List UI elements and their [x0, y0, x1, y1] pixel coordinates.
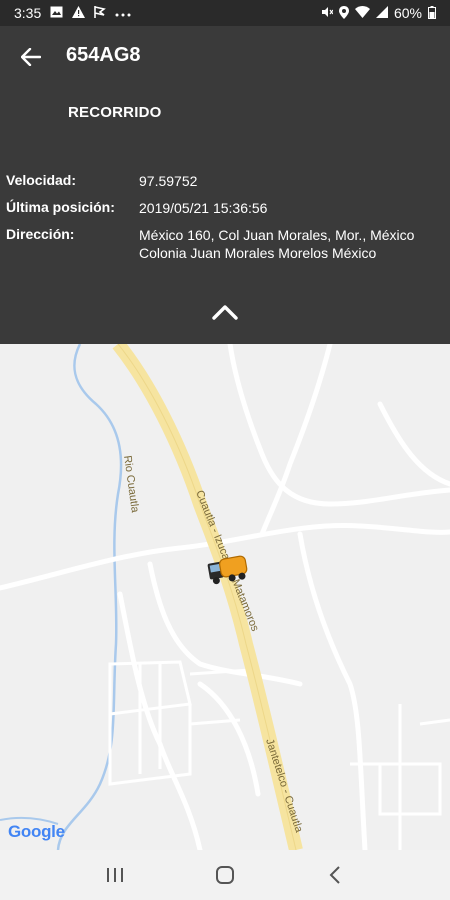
- alert-icon: [72, 6, 86, 20]
- last-position-label: Última posición:: [6, 199, 115, 215]
- wifi-icon: [354, 6, 370, 20]
- google-logo-text: Google: [8, 822, 65, 841]
- speed-label: Velocidad:: [6, 172, 77, 188]
- arrow-left-icon: [21, 48, 41, 66]
- chevron-up-icon: [212, 305, 238, 320]
- location-icon: [338, 5, 349, 21]
- mute-icon: [321, 6, 334, 20]
- status-time: 3:35: [14, 5, 42, 21]
- recorrido-button[interactable]: RECORRIDO: [68, 104, 161, 121]
- home-icon: [216, 866, 234, 884]
- map-canvas: Cuautla - Izucar de Matamoros Jantetelco…: [0, 344, 450, 850]
- home-button[interactable]: [200, 855, 250, 895]
- nav-back-button[interactable]: [310, 855, 360, 895]
- image-icon: [50, 6, 63, 20]
- recents-icon: [107, 868, 123, 882]
- battery-icon: [428, 5, 436, 21]
- status-bar: 3:35 60%: [0, 0, 450, 26]
- status-right: 60%: [321, 5, 436, 21]
- collapse-button[interactable]: [206, 298, 244, 326]
- info-row-speed: Velocidad: 97.59752: [6, 172, 436, 190]
- flag-icon: [94, 6, 107, 20]
- status-left: 3:35: [14, 5, 131, 21]
- address-value: México 160, Col Juan Morales, Mor., Méxi…: [139, 227, 415, 261]
- battery-text: 60%: [393, 5, 422, 21]
- info-row-address: Dirección: México 160, Col Juan Morales,…: [6, 226, 436, 262]
- android-nav-bar: [0, 850, 450, 900]
- google-logo: Google: [8, 822, 65, 842]
- page-title: 654AG8: [66, 44, 141, 66]
- info-row-last-position: Última posición: 2019/05/21 15:36:56: [6, 199, 436, 217]
- vehicle-info: Velocidad: 97.59752 Última posición: 201…: [6, 172, 436, 271]
- address-label: Dirección:: [6, 226, 75, 242]
- more-icon: [115, 7, 131, 19]
- back-icon: [329, 866, 340, 884]
- recents-button[interactable]: [90, 855, 140, 895]
- map-view[interactable]: Cuautla - Izucar de Matamoros Jantetelco…: [0, 344, 450, 850]
- back-button[interactable]: [14, 40, 48, 74]
- speed-value: 97.59752: [139, 173, 198, 189]
- vehicle-info-panel: 654AG8 RECORRIDO Velocidad: 97.59752 Últ…: [0, 26, 450, 344]
- signal-icon: [375, 6, 388, 20]
- last-position-value: 2019/05/21 15:36:56: [139, 200, 268, 216]
